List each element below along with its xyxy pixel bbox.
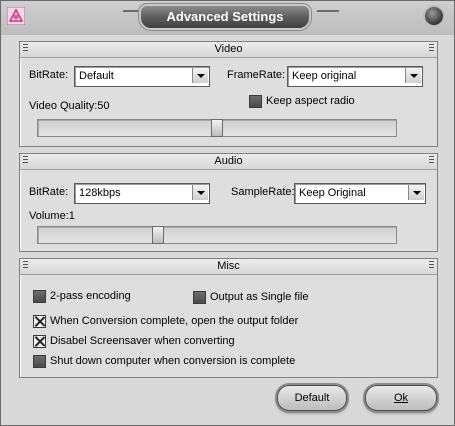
framerate-select[interactable]: Keep original: [287, 66, 423, 87]
volume-label: Volume:1: [29, 210, 75, 222]
window-title: Advanced Settings: [166, 9, 284, 24]
title-plate: Advanced Settings: [141, 6, 309, 28]
ok-button[interactable]: Ok: [365, 385, 437, 411]
close-button[interactable]: [425, 7, 443, 25]
audio-bitrate-label: BitRate:: [29, 186, 69, 198]
samplerate-label: SampleRate:: [231, 186, 295, 198]
video-panel: Video BitRate: Default FrameRate: Keep o…: [19, 41, 438, 147]
keep-aspect-checkbox[interactable]: [249, 95, 262, 108]
two-pass-label: 2-pass encoding: [50, 290, 131, 302]
video-bitrate-label: BitRate:: [29, 69, 69, 81]
grip-icon: [429, 44, 434, 53]
open-folder-label: When Conversion complete, open the outpu…: [50, 315, 299, 327]
advanced-settings-window: Advanced Settings Video BitRate: Default…: [0, 0, 455, 426]
shutdown-checkbox[interactable]: [33, 355, 46, 368]
chevron-down-icon[interactable]: [192, 185, 208, 200]
video-quality-slider[interactable]: [37, 119, 397, 137]
keep-aspect-label: Keep aspect radio: [266, 95, 355, 107]
framerate-value: Keep original: [292, 70, 357, 82]
title-ornament-right: [316, 10, 340, 12]
two-pass-checkbox[interactable]: [33, 290, 46, 303]
chevron-down-icon[interactable]: [405, 68, 421, 83]
misc-panel-title: Misc: [217, 260, 240, 272]
video-bitrate-select[interactable]: Default: [74, 66, 210, 87]
default-button[interactable]: Default: [277, 385, 347, 411]
misc-panel-header: Misc: [20, 259, 437, 275]
single-file-checkbox[interactable]: [193, 291, 206, 304]
samplerate-value: Keep Original: [299, 187, 366, 199]
disable-screensaver-label: Disabel Screensaver when converting: [50, 335, 235, 347]
video-quality-slider-thumb[interactable]: [211, 119, 223, 137]
single-file-label: Output as Single file: [210, 291, 309, 303]
audio-panel: Audio BitRate: 128kbps SampleRate: Keep …: [19, 153, 438, 252]
grip-icon: [429, 156, 434, 165]
title-bar[interactable]: Advanced Settings: [1, 1, 454, 35]
video-bitrate-value: Default: [79, 70, 114, 82]
disable-screensaver-checkbox[interactable]: [33, 335, 46, 348]
video-panel-title: Video: [214, 43, 243, 55]
samplerate-select[interactable]: Keep Original: [294, 183, 426, 204]
video-panel-header: Video: [20, 42, 437, 58]
video-quality-label: Video Quality:50: [29, 100, 110, 112]
audio-bitrate-value: 128kbps: [79, 187, 121, 199]
audio-bitrate-select[interactable]: 128kbps: [74, 183, 210, 204]
framerate-label: FrameRate:: [227, 69, 286, 81]
misc-panel: Misc 2-pass encoding Output as Single fi…: [19, 258, 438, 378]
volume-slider-thumb[interactable]: [152, 226, 164, 244]
shutdown-label: Shut down computer when conversion is co…: [50, 355, 296, 367]
audio-panel-header: Audio: [20, 154, 437, 170]
chevron-down-icon[interactable]: [192, 68, 208, 83]
open-folder-checkbox[interactable]: [33, 315, 46, 328]
volume-slider[interactable]: [37, 226, 397, 244]
audio-panel-title: Audio: [214, 155, 243, 167]
chevron-down-icon[interactable]: [408, 185, 424, 200]
grip-icon: [429, 261, 434, 270]
app-icon: [7, 7, 25, 25]
